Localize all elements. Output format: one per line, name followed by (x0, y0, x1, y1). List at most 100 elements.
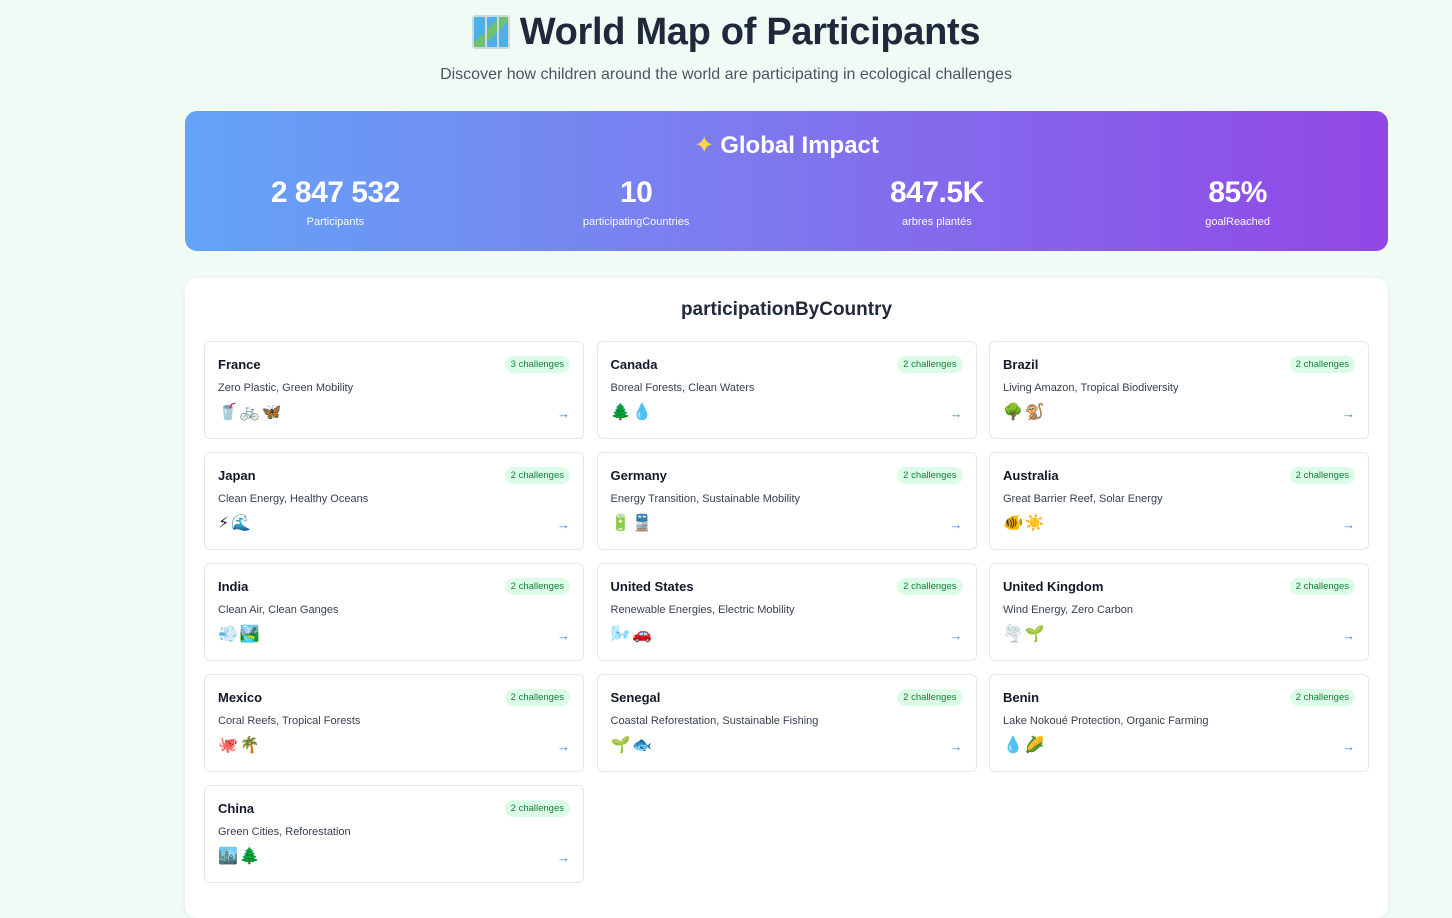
arrow-right-icon[interactable]: → (950, 517, 963, 532)
country-card-china[interactable]: China 2 challenges Green Cities, Reforesta… (204, 785, 584, 883)
page-title: World Map of Participants (0, 12, 1452, 52)
card-header: United Kingdom 2 challenges (1003, 578, 1355, 595)
country-themes: Boreal Forests, Clean Waters (610, 382, 755, 394)
challenge-icons: 🌪️🌱 (1003, 626, 1047, 643)
card-header: India 2 challenges (218, 578, 570, 595)
card-header: United States 2 challenges (611, 578, 963, 595)
arrow-right-icon[interactable]: → (1342, 517, 1355, 532)
challenges-badge: 2 challenges (504, 800, 570, 817)
panel-title: participationByCountry (680, 299, 893, 320)
country-themes: Energy Transition, Sustainable Mobility (610, 493, 801, 505)
country-name: France (218, 357, 261, 372)
card-header: China 2 challenges (218, 800, 570, 817)
challenge-icons: 🐙🌴 (218, 737, 262, 754)
challenges-badge: 3 challenges (504, 356, 570, 373)
global-impact-title: ✦ Global Impact (185, 131, 1388, 160)
world-map-icon (471, 15, 510, 49)
stat-label: Participants (306, 216, 365, 228)
country-name: Germany (610, 468, 667, 483)
arrow-right-icon[interactable]: → (557, 739, 570, 754)
country-card-france[interactable]: France 3 challenges Zero Plastic, Green Mo… (204, 341, 584, 439)
country-themes: Coastal Reforestation, Sustainable Fishi… (610, 715, 819, 727)
challenges-badge: 2 challenges (1289, 356, 1355, 373)
challenge-icons: 🌳🐒 (1003, 404, 1047, 421)
country-themes: Lake Nokoué Protection, Organic Farming (1003, 715, 1209, 727)
country-card-australia[interactable]: Australia 2 challenges Great Barrier Reef,… (989, 452, 1369, 550)
stat-participants: 2 847 532 Participants (185, 176, 486, 228)
arrow-right-icon[interactable]: → (950, 628, 963, 643)
challenges-badge: 2 challenges (897, 467, 963, 484)
country-grid: France 3 challenges Zero Plastic, Green Mo… (204, 341, 1369, 883)
challenges-badge: 2 challenges (897, 689, 963, 706)
challenges-badge: 2 challenges (1289, 467, 1355, 484)
arrow-right-icon[interactable]: → (557, 850, 570, 865)
challenge-icons: 🥤🚲🦋 (218, 404, 284, 421)
country-name: Australia (1003, 468, 1059, 483)
country-name: Japan (218, 468, 256, 483)
card-header: Benin 2 challenges (1003, 689, 1355, 706)
country-name: Mexico (218, 690, 263, 705)
challenges-badge: 2 challenges (504, 467, 570, 484)
country-name: Brazil (1003, 357, 1039, 372)
country-card-brazil[interactable]: Brazil 2 challenges Living Amazon, Tropica… (989, 341, 1369, 439)
country-name: United States (610, 579, 694, 594)
arrow-right-icon[interactable]: → (950, 406, 963, 421)
global-impact-title-text: Global Impact (720, 131, 879, 159)
arrow-right-icon[interactable]: → (1342, 628, 1355, 643)
country-name: India (218, 579, 249, 594)
challenges-badge: 2 challenges (1289, 578, 1355, 595)
card-header: Germany 2 challenges (611, 467, 963, 484)
country-card-united-states[interactable]: United States 2 challenges Renewable Energ… (596, 563, 977, 661)
global-impact-banner: ✦ Global Impact 2 847 532 Participants 1… (185, 111, 1388, 251)
challenge-icons: 💧🌽 (1003, 737, 1047, 754)
arrow-right-icon[interactable]: → (557, 517, 570, 532)
challenges-badge: 2 challenges (897, 356, 963, 373)
country-card-senegal[interactable]: Senegal 2 challenges Coastal Reforestation… (596, 674, 977, 772)
challenge-icons: 🌬️🚗 (610, 626, 655, 643)
arrow-right-icon[interactable]: → (557, 406, 570, 421)
challenge-icons: 🌱🐟 (610, 737, 655, 754)
country-card-canada[interactable]: Canada 2 challenges Boreal Forests, Clean … (596, 341, 977, 439)
arrow-right-icon[interactable]: → (1342, 739, 1355, 754)
country-themes: Green Cities, Reforestation (218, 826, 351, 838)
card-header: Australia 2 challenges (1003, 467, 1355, 484)
glowing-star-icon: ✦ (694, 132, 715, 159)
country-name: China (218, 801, 255, 816)
country-card-united-kingdom[interactable]: United Kingdom 2 challenges Wind Energy, Z… (989, 563, 1369, 661)
country-name: Senegal (610, 690, 661, 705)
country-card-india[interactable]: India 2 challenges Clean Air, Clean Ganges… (204, 563, 584, 661)
stat-value: 85% (1208, 176, 1267, 209)
challenges-badge: 2 challenges (504, 689, 570, 706)
country-themes: Great Barrier Reef, Solar Energy (1003, 493, 1163, 505)
country-themes: Living Amazon, Tropical Biodiversity (1003, 382, 1179, 394)
arrow-right-icon[interactable]: → (950, 739, 963, 754)
page-subtitle: Discover how children around the world a… (440, 66, 1012, 83)
country-card-germany[interactable]: Germany 2 challenges Energy Transition, Su… (596, 452, 977, 550)
page-header: World Map of Participants Discover how c… (0, 0, 1452, 84)
challenge-icons: ⚡🌊 (218, 515, 254, 532)
participation-panel: participationByCountry France 3 challenge… (185, 278, 1388, 918)
challenge-icons: 🏙️🌲 (218, 848, 262, 865)
challenges-badge: 2 challenges (897, 578, 963, 595)
country-themes: Clean Energy, Healthy Oceans (218, 493, 369, 505)
challenges-badge: 2 challenges (1289, 689, 1355, 706)
impact-stats: 2 847 532 Participants 10 participatingC… (185, 176, 1388, 228)
stat-label: goalReached (1205, 216, 1271, 228)
page-title-text: World Map of Participants (519, 11, 981, 53)
country-card-japan[interactable]: Japan 2 challenges Clean Energy, Healthy O… (204, 452, 584, 550)
country-card-mexico[interactable]: Mexico 2 challenges Coral Reefs, Tropical … (204, 674, 584, 772)
arrow-right-icon[interactable]: → (557, 628, 570, 643)
card-header: Japan 2 challenges (218, 467, 570, 484)
country-name: Canada (610, 357, 658, 372)
challenge-icons: 💨🏞️ (218, 626, 262, 643)
challenges-badge: 2 challenges (504, 578, 570, 595)
stat-value: 847.5K (890, 176, 984, 209)
stat-label: arbres plantés (902, 216, 972, 228)
country-themes: Coral Reefs, Tropical Forests (218, 715, 361, 727)
challenge-icons: 🌲💧 (610, 404, 655, 421)
stat-goal: 85% goalReached (1087, 176, 1388, 228)
stat-value: 10 (619, 176, 653, 209)
arrow-right-icon[interactable]: → (1342, 406, 1355, 421)
country-card-benin[interactable]: Benin 2 challenges Lake Nokoué Protection,… (989, 674, 1369, 772)
card-header: Brazil 2 challenges (1003, 356, 1355, 373)
